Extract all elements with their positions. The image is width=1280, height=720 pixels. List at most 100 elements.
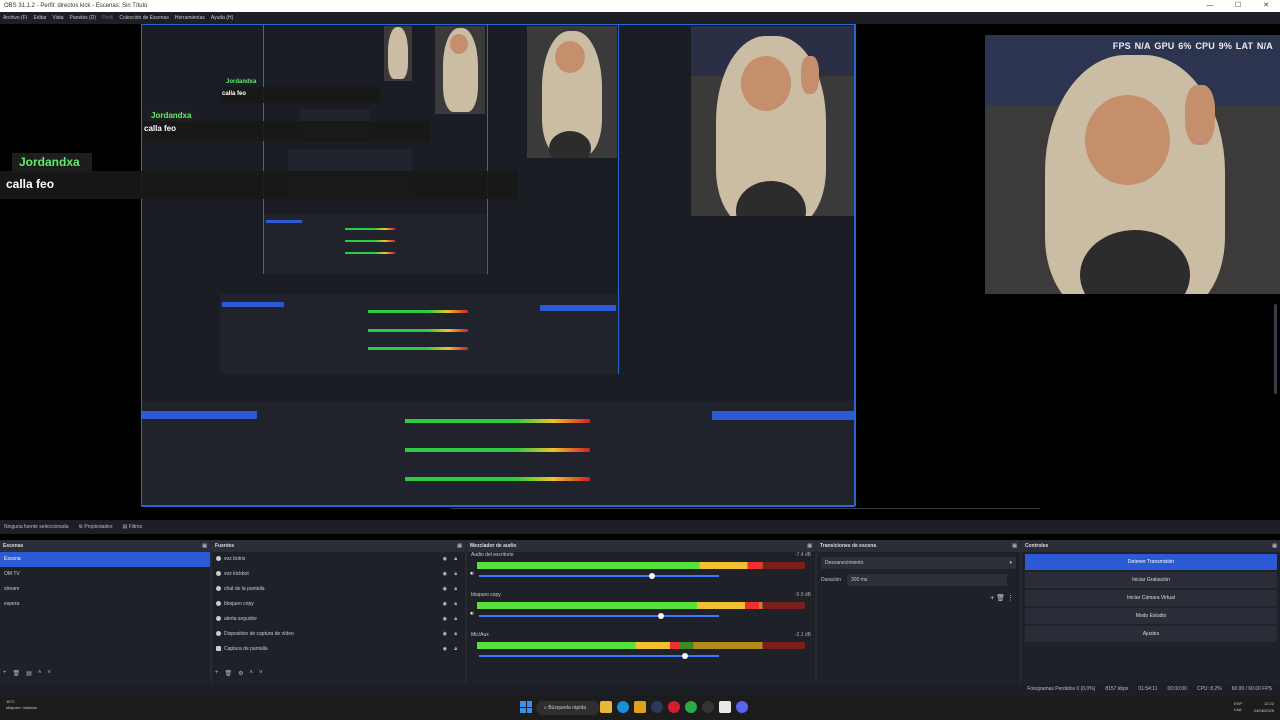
- lock-icon[interactable]: 🔒︎: [454, 597, 457, 612]
- menu-scene-collection[interactable]: Colección de Escenas: [119, 12, 168, 24]
- steam-icon[interactable]: [651, 701, 663, 713]
- menu-file[interactable]: Archivo (F): [3, 12, 27, 24]
- properties-button[interactable]: ⚙ Propiedades: [79, 520, 113, 534]
- file-explorer-icon[interactable]: [600, 701, 612, 713]
- stop-streaming-button[interactable]: Detener Transmisión: [1025, 554, 1277, 570]
- taskbar-apps: [600, 701, 748, 713]
- lock-icon[interactable]: 🔒︎: [454, 582, 457, 597]
- move-down-icon[interactable]: ˅: [47, 670, 51, 677]
- dock-menu-icon[interactable]: ▣: [1012, 540, 1017, 552]
- discord-icon[interactable]: [736, 701, 748, 713]
- menu-help[interactable]: Ayuda (H): [211, 12, 233, 24]
- source-item[interactable]: Dispositivo de captura de vídeo ◉ 🔒︎: [212, 627, 465, 642]
- menu-docks[interactable]: Paneles (D): [70, 12, 96, 24]
- scene-item[interactable]: stream: [0, 582, 210, 597]
- start-recording-button[interactable]: Iniciar Grabación: [1025, 572, 1277, 588]
- remove-transition-icon[interactable]: 🗑: [996, 595, 1005, 602]
- source-item[interactable]: alerta seguidor ◉ 🔒︎: [212, 612, 465, 627]
- channel-db: -2.1 dB: [794, 632, 811, 638]
- source-item[interactable]: bloqueo copy ◉ 🔒︎: [212, 597, 465, 612]
- settings-button[interactable]: Ajustes: [1025, 626, 1277, 642]
- eye-icon[interactable]: ◉: [443, 597, 447, 612]
- folder-icon[interactable]: [634, 701, 646, 713]
- source-item[interactable]: voz kickbot ◉ 🔒︎: [212, 567, 465, 582]
- start-virtual-camera-button[interactable]: Iniciar Cámara Virtual: [1025, 590, 1277, 606]
- record-time: 00:00:00: [1167, 686, 1187, 692]
- maximize-button[interactable]: ☐: [1224, 0, 1252, 12]
- filters-button[interactable]: ▤ Filtros: [122, 520, 142, 534]
- eye-icon[interactable]: ◉: [443, 582, 447, 597]
- move-up-icon[interactable]: ˄: [250, 670, 254, 677]
- taskbar-search[interactable]: ⌕ Búsqueda rápida: [536, 701, 600, 715]
- volume-meter: [477, 642, 805, 649]
- menu-view[interactable]: Vista: [53, 12, 64, 24]
- remove-source-icon[interactable]: 🗑: [225, 670, 233, 677]
- channel-name: bloqueo copy: [471, 592, 501, 598]
- edge-icon[interactable]: [617, 701, 629, 713]
- dock-menu-icon[interactable]: ▣: [1272, 540, 1277, 552]
- move-up-icon[interactable]: ˄: [38, 670, 42, 677]
- dock-menu-icon[interactable]: ▣: [807, 540, 812, 552]
- chrome-icon[interactable]: [685, 701, 697, 713]
- preview-v-scrollbar[interactable]: [1274, 304, 1277, 394]
- volume-slider[interactable]: [479, 573, 719, 579]
- controls-title: Controles: [1025, 543, 1049, 549]
- add-scene-icon[interactable]: +: [3, 670, 7, 677]
- scene-item[interactable]: Escena: [0, 552, 210, 567]
- source-item[interactable]: Captura de pantalla ◉ 🔒︎: [212, 642, 465, 657]
- obs-icon[interactable]: [702, 701, 714, 713]
- menu-tools[interactable]: Herramientas: [175, 12, 205, 24]
- eye-icon[interactable]: ◉: [443, 642, 447, 657]
- speaker-icon[interactable]: 🔊︎: [470, 611, 474, 618]
- webcam-feed-small: [527, 26, 617, 158]
- eye-icon[interactable]: ◉: [443, 612, 447, 627]
- controls-dock: Controles ▣ Detener Transmisión Iniciar G…: [1022, 540, 1280, 683]
- scene-item[interactable]: espera: [0, 597, 210, 612]
- close-button[interactable]: ✕: [1252, 0, 1280, 12]
- more-icon[interactable]: ⋮: [1007, 595, 1014, 602]
- source-settings-icon[interactable]: ⚙: [238, 670, 243, 677]
- transition-select[interactable]: Desvanecimiento ▾: [821, 557, 1016, 569]
- scene-filters-icon[interactable]: ▤: [26, 670, 32, 677]
- source-item[interactable]: voz botrix ◉ 🔒︎: [212, 552, 465, 567]
- eye-icon[interactable]: ◉: [443, 627, 447, 642]
- minimize-button[interactable]: —: [1196, 0, 1224, 12]
- lock-icon[interactable]: 🔒︎: [454, 627, 457, 642]
- speaker-icon[interactable]: 🔊︎: [470, 571, 474, 578]
- scene-item[interactable]: OM TV: [0, 567, 210, 582]
- lock-icon[interactable]: 🔒︎: [454, 612, 457, 627]
- move-down-icon[interactable]: ˅: [259, 670, 263, 677]
- windows-start-icon[interactable]: [520, 701, 532, 713]
- menu-edit[interactable]: Editar: [33, 12, 46, 24]
- system-clock[interactable]: 12:22 24/06/2025: [1254, 700, 1274, 714]
- add-transition-icon[interactable]: +: [990, 595, 994, 602]
- volume-slider[interactable]: [479, 653, 719, 659]
- lock-icon[interactable]: 🔒︎: [454, 642, 457, 657]
- monitor-icon: [216, 646, 221, 652]
- dock-menu-icon[interactable]: ▣: [202, 540, 207, 552]
- remove-scene-icon[interactable]: 🗑: [13, 670, 21, 677]
- preview-canvas[interactable]: Jordandxa calla feo Jordandxa calla feo …: [0, 24, 1280, 509]
- language-indicator[interactable]: ESP LAA: [1234, 701, 1242, 713]
- chat-username: Jordandxa: [19, 155, 80, 169]
- scenes-title: Escenas: [3, 543, 24, 549]
- preview-h-scrollbar[interactable]: [450, 508, 1040, 509]
- duration-input[interactable]: 300 ms: [847, 574, 1008, 586]
- source-item[interactable]: chat de la pantalla ◉ 🔒︎: [212, 582, 465, 597]
- source-toolbar: Ninguna fuente seleccionada ⚙ Propiedade…: [0, 520, 1280, 534]
- dock-menu-icon[interactable]: ▣: [457, 540, 462, 552]
- add-source-icon[interactable]: +: [215, 670, 219, 677]
- volume-slider[interactable]: [479, 613, 719, 619]
- audio-icon: [216, 556, 221, 562]
- lock-icon[interactable]: 🔒︎: [454, 567, 457, 582]
- eye-icon[interactable]: ◉: [443, 552, 447, 567]
- channel-db: -7.4 dB: [794, 552, 811, 558]
- opera-icon[interactable]: [668, 701, 680, 713]
- camera-icon: [216, 631, 221, 637]
- menu-profile[interactable]: Perfil: [102, 12, 113, 24]
- weather-widget[interactable]: 16°C Mayorm. nublado: [6, 699, 37, 711]
- eye-icon[interactable]: ◉: [443, 567, 447, 582]
- document-icon[interactable]: [719, 701, 731, 713]
- studio-mode-button[interactable]: Modo Estudio: [1025, 608, 1277, 624]
- lock-icon[interactable]: 🔒︎: [454, 552, 457, 567]
